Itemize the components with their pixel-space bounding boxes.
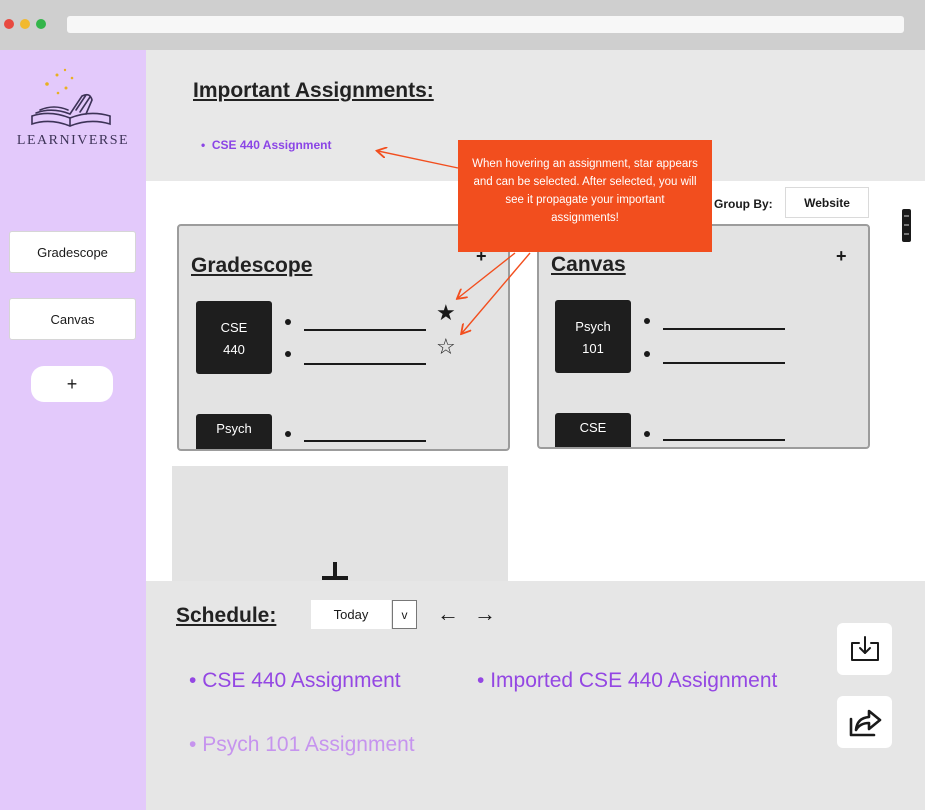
star-outline-icon[interactable]: ☆ — [436, 336, 456, 358]
important-assignment-label: CSE 440 Assignment — [211, 138, 332, 152]
bullet-icon — [285, 319, 291, 325]
card-title-canvas: Canvas — [551, 253, 626, 276]
minimize-window-button[interactable] — [20, 19, 30, 29]
schedule-item-label: Imported CSE 440 Assignment — [490, 669, 778, 692]
schedule-item[interactable]: • CSE 440 Assignment — [189, 669, 401, 693]
sidebar: LEARNIVERSE Gradescope Canvas + — [0, 50, 146, 810]
add-card-panel[interactable] — [172, 466, 508, 586]
download-icon — [850, 636, 879, 661]
assignment-line[interactable] — [304, 440, 426, 442]
course-number: 440 — [223, 342, 245, 357]
course-tile-cse[interactable]: CSE — [555, 413, 631, 447]
schedule-item-label: Psych 101 Assignment — [202, 733, 415, 756]
star-filled-icon[interactable]: ★ — [436, 302, 456, 324]
course-code: Psych — [575, 319, 611, 334]
bullet-icon — [644, 351, 650, 357]
bullet-icon — [644, 318, 650, 324]
schedule-panel: Schedule: Today v ← → • CSE 440 Assignme… — [146, 581, 925, 810]
bullet-icon — [285, 351, 291, 357]
schedule-title: Schedule: — [176, 604, 277, 627]
bullet-icon: • — [477, 669, 491, 692]
sidebar-item-canvas[interactable]: Canvas — [9, 298, 136, 340]
bullet-icon: • — [189, 669, 203, 692]
assignment-line[interactable] — [304, 329, 426, 331]
canvas-card: Canvas + Psych 101 CSE — [537, 224, 870, 449]
group-by-label: Group By: — [714, 197, 773, 211]
bullet-icon: • — [201, 138, 212, 152]
schedule-item[interactable]: • Imported CSE 440 Assignment — [477, 669, 777, 693]
course-tile-psych[interactable]: Psych — [196, 414, 272, 449]
bullet-icon: • — [189, 733, 203, 756]
sidebar-item-gradescope[interactable]: Gradescope — [9, 231, 136, 273]
course-code: CSE — [579, 420, 607, 435]
add-icon — [322, 562, 348, 580]
date-selector[interactable]: Today — [311, 600, 391, 629]
previous-arrow-icon[interactable]: ← — [437, 601, 459, 627]
assignment-line[interactable] — [663, 362, 785, 364]
share-icon — [849, 709, 881, 737]
kebab-menu-icon[interactable] — [902, 209, 911, 242]
group-by-select[interactable]: Website — [785, 187, 869, 218]
bullet-icon — [285, 431, 291, 437]
important-assignment-item[interactable]: • CSE 440 Assignment — [201, 138, 331, 152]
course-code: CSE — [220, 320, 248, 335]
schedule-item[interactable]: • Psych 101 Assignment — [189, 733, 415, 757]
assignment-line[interactable] — [663, 328, 785, 330]
next-arrow-icon[interactable]: → — [474, 601, 496, 627]
share-button[interactable] — [837, 696, 892, 748]
annotation-note: When hovering an assignment, star appear… — [458, 140, 712, 252]
course-number: 101 — [582, 341, 604, 356]
course-tile-cse-440[interactable]: CSE 440 — [196, 301, 272, 374]
assignment-line[interactable] — [663, 439, 785, 441]
download-button[interactable] — [837, 623, 892, 675]
gradescope-card: Gradescope + CSE 440 ★ ☆ Psych — [177, 224, 510, 451]
canvas-add-button[interactable]: + — [836, 246, 847, 267]
assignment-line[interactable] — [304, 363, 426, 365]
add-website-button[interactable]: + — [31, 366, 113, 402]
browser-chrome — [0, 0, 925, 50]
address-bar[interactable] — [67, 16, 904, 33]
course-code: Psych — [216, 421, 252, 436]
date-dropdown-button[interactable]: v — [392, 600, 417, 629]
course-tile-psych-101[interactable]: Psych 101 — [555, 300, 631, 373]
maximize-window-button[interactable] — [36, 19, 46, 29]
bullet-icon — [644, 431, 650, 437]
close-window-button[interactable] — [4, 19, 14, 29]
important-assignments-title: Important Assignments: — [193, 79, 434, 102]
schedule-item-label: CSE 440 Assignment — [202, 669, 401, 692]
card-title-gradescope: Gradescope — [191, 254, 313, 277]
logo-text: LEARNIVERSE — [16, 133, 130, 148]
